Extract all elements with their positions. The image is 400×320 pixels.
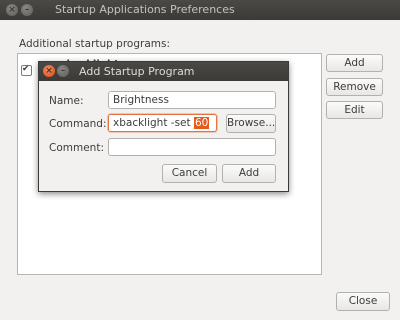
command-text: xbacklight -set — [113, 117, 194, 129]
dialog-minimize-button[interactable]: – — [57, 65, 69, 77]
window-close-button[interactable]: × — [6, 4, 18, 16]
name-label: Name: — [49, 95, 84, 107]
dialog-titlebar: × – Add Startup Program — [39, 62, 288, 81]
close-icon: × — [8, 5, 16, 15]
window-minimize-button[interactable]: – — [21, 4, 33, 16]
command-label: Command: — [49, 118, 107, 130]
minimize-icon: – — [24, 5, 30, 15]
comment-field[interactable] — [108, 138, 276, 156]
cancel-button[interactable]: Cancel — [162, 164, 217, 183]
add-button[interactable]: Add — [326, 54, 383, 72]
enabled-checkbox[interactable] — [21, 64, 32, 76]
comment-label: Comment: — [49, 142, 104, 154]
name-field[interactable]: Brightness — [108, 91, 276, 109]
remove-button[interactable]: Remove — [326, 78, 383, 96]
browse-button[interactable]: Browse... — [226, 114, 276, 133]
window-titlebar: × – Startup Applications Preferences — [0, 0, 400, 20]
close-button[interactable]: Close — [336, 292, 390, 311]
edit-button[interactable]: Edit — [326, 101, 383, 119]
dialog-title: Add Startup Program — [79, 65, 195, 78]
add-startup-program-dialog: × – Add Startup Program Name: Brightness… — [38, 61, 289, 192]
close-icon: × — [45, 66, 53, 76]
command-selected-text: 60 — [193, 117, 210, 129]
dialog-add-button[interactable]: Add — [222, 164, 276, 183]
dialog-close-button[interactable]: × — [43, 65, 55, 77]
window-title: Startup Applications Preferences — [55, 3, 235, 16]
minimize-icon: – — [60, 66, 66, 76]
command-field[interactable]: xbacklight -set 60 — [108, 114, 217, 132]
section-label: Additional startup programs: — [19, 38, 170, 50]
